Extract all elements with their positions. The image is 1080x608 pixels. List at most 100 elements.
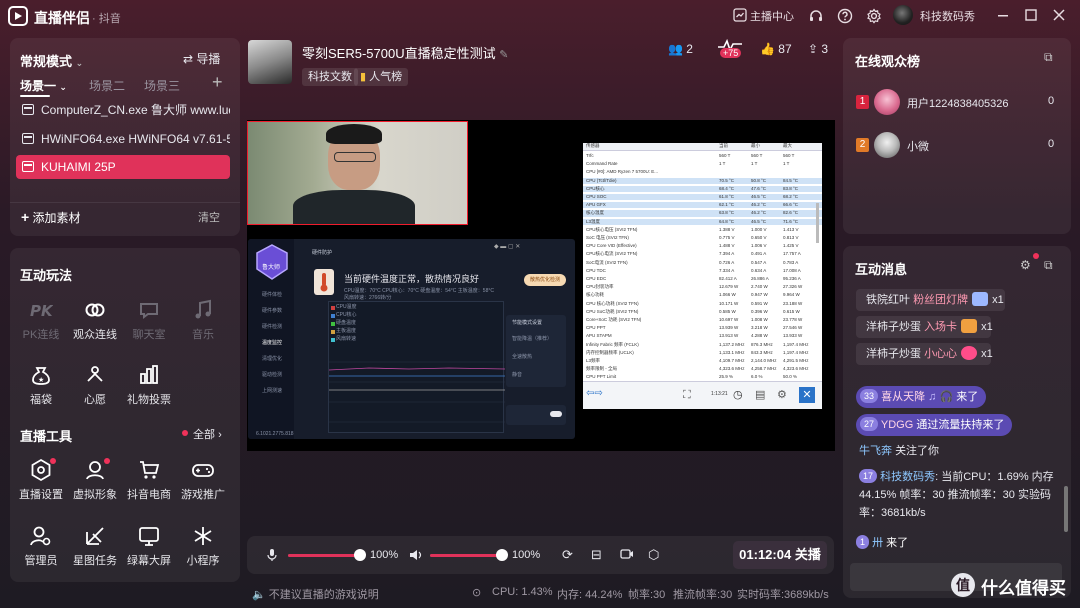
hwinfo-row[interactable]: CPU PPT Limit 25.9 % 6.0 % 50.0 % — [583, 374, 822, 380]
hw-nav-item[interactable]: 硬件体检 — [262, 291, 282, 298]
likes-stat[interactable]: 👍 87 — [760, 42, 792, 56]
hwinfo-row[interactable]: CPU EDC 82.412 A 26.886 A 95.236 A — [583, 276, 822, 282]
broadcast-center-link[interactable]: 主播中心 — [750, 8, 794, 24]
music-button[interactable]: 音乐 — [180, 298, 226, 342]
hw-nav-item[interactable]: 硬件检测 — [262, 323, 282, 330]
close-icon[interactable]: ✕ — [799, 387, 815, 403]
messages-settings-icon[interactable]: ⚙ — [1020, 258, 1031, 272]
hwinfo-row[interactable]: CPU封装功率 12.679 W 2.740 W 27.326 W — [583, 284, 822, 290]
lucky-bag-button[interactable]: ★ 福袋 — [18, 363, 64, 407]
add-source-button[interactable]: + 添加素材 — [21, 209, 81, 226]
hwinfo-row[interactable]: SoC 电压 (SVI2 TFN) 0.775 V 0.650 V 0.813 V — [583, 235, 822, 241]
user-avatar[interactable] — [893, 5, 913, 25]
mini-program-button[interactable]: 小程序 — [180, 524, 226, 568]
hwinfo-row[interactable]: 频率限制 - 全局 4,323.6 MHz 4,258.7 MHz 4,323.6 M… — [583, 366, 822, 372]
live-settings-button[interactable]: 直播设置 — [18, 458, 64, 502]
layout-icon[interactable]: ⊟ — [591, 547, 602, 563]
effects-icon[interactable]: ⬡ — [648, 547, 659, 563]
settings-icon[interactable] — [866, 8, 882, 24]
source-item-selected[interactable]: KUHAIMI 25P — [16, 155, 230, 179]
hwinfo-row[interactable]: Core+SoC 功耗 (SVI2 TFN) 10.697 W 1.008 W 23.… — [583, 317, 822, 323]
hwinfo-row[interactable]: L3温度 64.8 °C 46.5 °C 71.6 °C — [583, 218, 822, 225]
hwinfo-row[interactable]: Command Rate 1 T1 T1 T — [583, 161, 822, 167]
record-icon[interactable] — [620, 548, 634, 560]
username[interactable]: 科技数码秀 — [920, 8, 975, 24]
hwinfo-row[interactable]: CPU核心电压 (SVI2 TFN) 1.388 V 1.000 V 1.413 V — [583, 227, 822, 233]
category-tag[interactable]: 科技文数 — [302, 68, 358, 86]
stream-cover[interactable] — [248, 40, 292, 84]
help-icon[interactable] — [837, 8, 853, 24]
admin-button[interactable]: 管理员 — [18, 524, 64, 568]
audience-link-button[interactable]: 观众连线 — [72, 298, 118, 342]
hw-nav-item[interactable]: 硬件参数 — [262, 307, 282, 314]
hwinfo-row[interactable]: Trfc 560 T 560 T 560 T — [583, 153, 822, 159]
virtual-avatar-button[interactable]: 虚拟形象 — [72, 458, 118, 502]
hwinfo-row[interactable]: CPU核心 68.4 °C 47.6 °C 83.8 °C — [583, 185, 822, 192]
hardware-window[interactable]: 鲁大师 硬件体检 硬件参数 硬件检测 温度监控 清理优化 驱动检测 上网测速 6… — [248, 239, 575, 439]
add-scene-icon[interactable]: + — [212, 72, 223, 93]
optimize-button[interactable]: 散热优化检测 — [524, 274, 566, 286]
hwinfo-row[interactable]: 核心功耗 1.066 W 0.947 W 9.964 W — [583, 292, 822, 298]
report-icon[interactable]: ▤ — [755, 388, 765, 401]
speaker-volume-knob[interactable] — [496, 549, 508, 561]
maximize-icon[interactable] — [1024, 8, 1038, 22]
star-task-button[interactable]: 星图任务 — [72, 524, 118, 568]
chatroom-button[interactable]: 聊天室 — [126, 298, 172, 342]
hwinfo-row[interactable]: Infinity Fabric 频率 (FCLK) 1,137.2 MHz 876.… — [583, 342, 822, 348]
hw-nav-item-active[interactable]: 温度监控 — [262, 339, 282, 346]
ecommerce-button[interactable]: 抖音电商 — [126, 458, 172, 502]
headset-icon[interactable] — [808, 8, 824, 24]
hw-nav-item[interactable]: 驱动检测 — [262, 371, 282, 378]
speaker-icon[interactable] — [408, 548, 422, 562]
stream-title[interactable]: 零刻SER5-5700U直播稳定性测试 ✎ — [302, 43, 508, 62]
hwinfo-row[interactable]: CPU PPT 13.939 W 3.218 W 27.546 W — [583, 325, 822, 331]
hwinfo-row[interactable]: APU GFX 62.1 °C 46.2 °C 66.6 °C — [583, 202, 822, 209]
end-live-button[interactable]: 01:12:04 关播 — [733, 541, 827, 569]
green-screen-button[interactable]: 绿幕大屏 — [126, 524, 172, 568]
user-name[interactable]: 用户1224838405326 — [907, 95, 1009, 111]
scene-tab-3[interactable]: 场景三 — [144, 77, 180, 94]
shares-stat[interactable]: ⇪ 3 — [808, 42, 828, 56]
viewers-stat[interactable]: 👥 2 — [668, 42, 693, 56]
game-notice-link[interactable]: 🔈 不建议直播的游戏说明 — [252, 586, 379, 602]
hwinfo-row[interactable]: 核心温度 63.8 °C 46.2 °C 82.6 °C — [583, 210, 822, 217]
popout-icon[interactable]: ⧉ — [1044, 258, 1053, 273]
hwinfo-row[interactable]: CPU SoC功耗 (SVI2 TFN) 0.585 W 0.396 W 0.615 … — [583, 309, 822, 315]
hw-nav-item[interactable]: 上网测速 — [262, 387, 282, 394]
popularity-tag[interactable]: ▮ 人气榜 — [354, 68, 409, 86]
close-icon[interactable] — [1052, 8, 1066, 22]
source-item[interactable]: ComputerZ_CN.exe 鲁大师 www.ludashi.com — [16, 98, 230, 122]
entry-message[interactable]: 27 YDGG 通过流量扶持来了 — [856, 414, 1013, 436]
user-avatar[interactable] — [874, 132, 900, 158]
network-icon[interactable]: ⛶ — [683, 389, 691, 402]
user-avatar[interactable] — [874, 89, 900, 115]
wish-button[interactable]: 心愿 — [72, 363, 118, 407]
edit-icon[interactable]: ✎ — [499, 49, 508, 61]
power-mode-option[interactable]: 智能降温（推荐） — [512, 335, 552, 342]
user-name[interactable]: 小微 — [907, 138, 929, 154]
source-item[interactable]: HWiNFO64.exe HWiNFO64 v7.61-5060 — [16, 127, 230, 151]
entry-message[interactable]: 33 喜从天降 ♫ 🎧 来了 — [856, 386, 987, 408]
hwinfo-row[interactable]: CPU SOC 61.8 °C 46.5 °C 68.2 °C — [583, 194, 822, 201]
navigate-arrows-icon[interactable]: ⇦⇨ — [586, 388, 603, 399]
power-mode-option[interactable]: 全速散热 — [512, 353, 532, 360]
camera-feed[interactable] — [247, 121, 468, 225]
guide-button[interactable]: ⇄ 导播 — [183, 50, 220, 67]
tools-all-link[interactable]: 全部 › — [193, 426, 222, 442]
messages-scrollbar[interactable] — [1064, 486, 1068, 532]
gear-icon[interactable]: ⚙ — [777, 388, 787, 401]
mode-select[interactable]: 常规模式 ⌄ — [20, 51, 83, 70]
window-controls-icon[interactable]: ◆ ▬ ▢ ✕ — [494, 243, 520, 250]
mic-icon[interactable] — [266, 548, 278, 562]
hwinfo-row[interactable]: CPU TDC 7.334 A 0.634 A 17.008 A — [583, 268, 822, 274]
gift-vote-button[interactable]: 礼物投票 — [126, 363, 172, 407]
hwinfo-row[interactable]: CPU Core VID (Effective) 1.488 V 1.006 V 1.… — [583, 243, 822, 249]
mic-volume-knob[interactable] — [354, 549, 366, 561]
power-mode-option[interactable]: 静音 — [512, 371, 522, 378]
clear-button[interactable]: 清空 — [198, 209, 220, 225]
hwinfo-row[interactable]: CPU 核心功耗 (SVI2 TFN) 10.171 W 0.591 W 23.188… — [583, 301, 822, 307]
hwinfo-window[interactable]: 传感器 当前 最小 最大 Trfc 560 T 560 T 560 T Command … — [583, 143, 822, 409]
hwinfo-row[interactable]: CPU (Tctl/Tdie) 70.5 °C 50.8 °C 84.5 °C — [583, 177, 822, 184]
hwinfo-row[interactable]: L3频率 4,109.7 MHz 2,144.0 MHz 4,291.5 MHz — [583, 358, 822, 364]
scrollbar[interactable] — [816, 203, 819, 243]
